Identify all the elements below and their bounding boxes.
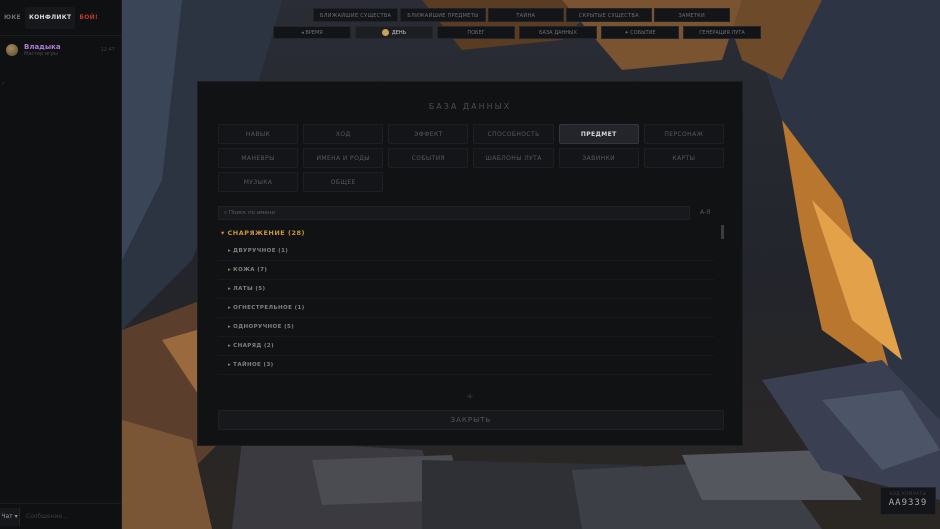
chat-mode-value: Чат xyxy=(1,513,13,520)
scrollbar[interactable] xyxy=(721,225,724,239)
sidebar-tab-conflict[interactable]: КОНФЛИКТ xyxy=(24,6,76,29)
category-general[interactable]: ОБЩЕЕ xyxy=(303,172,384,192)
list-item-label: ОГНЕСТРЕЛЬНОЕ (1) xyxy=(233,305,305,311)
list-item[interactable]: ▸ ОГНЕСТРЕЛЬНОЕ (1) xyxy=(218,299,714,318)
group-header[interactable]: ▾ СНАРЯЖЕНИЕ (28) xyxy=(218,224,724,242)
user-entry[interactable]: Владыка Мастер игры 12:47 xyxy=(6,40,115,60)
list-item[interactable]: ▸ ЛАТЫ (5) xyxy=(218,280,714,299)
nav-hidden-creatures[interactable]: Скрытые существа xyxy=(565,8,652,22)
category-skill[interactable]: НАВЫК xyxy=(218,124,299,144)
avatar xyxy=(6,44,18,56)
category-loot-templates[interactable]: ШАБЛОНЫ ЛУТА xyxy=(473,148,554,168)
chevron-right-icon: ▸ xyxy=(228,267,232,273)
nav-notes[interactable]: Заметки xyxy=(653,8,730,22)
category-grid: НАВЫК ХОД ЭФФЕКТ СПОСОБНОСТЬ ПРЕДМЕТ ПЕР… xyxy=(218,124,724,192)
list-item-label: КОЖА (7) xyxy=(233,267,268,273)
chat-input-bar: Чат ▾ Сообщение... xyxy=(0,503,122,529)
sidebar-tab-0[interactable]: ЮКЕ xyxy=(0,14,25,21)
action-nav: ◂ Время День Побег База данных ✦ Событие… xyxy=(273,26,761,39)
action-database[interactable]: База данных xyxy=(519,26,597,39)
chevron-right-icon: ▸ xyxy=(228,324,232,330)
category-maps[interactable]: КАРТЫ xyxy=(643,148,724,168)
nav-nearby-items[interactable]: Ближайшие предметы xyxy=(400,8,486,22)
sidebar-tabs: ЮКЕ КОНФЛИКТ БОЙ! xyxy=(0,0,121,36)
list-item-label: ДВУРУЧНОЕ (1) xyxy=(233,248,289,254)
list-item[interactable]: ▸ ДВУРУЧНОЕ (1) xyxy=(218,242,714,261)
action-loot[interactable]: Генерация лута xyxy=(683,26,761,39)
action-time[interactable]: ◂ Время xyxy=(273,26,351,39)
list-item-label: СНАРЯД (2) xyxy=(233,343,275,349)
sort-button[interactable]: А-Я xyxy=(700,206,710,220)
room-code: AA9339 xyxy=(888,498,928,508)
category-hooks[interactable]: ЗАВИНКИ xyxy=(558,148,639,168)
sun-icon xyxy=(381,29,389,36)
close-button[interactable]: ЗАКРЫТЬ xyxy=(218,410,724,430)
list-item[interactable]: ▸ ОДНОРУЧНОЕ (5) xyxy=(218,318,714,337)
modal-title: БАЗА ДАННЫХ xyxy=(428,102,512,111)
database-modal: БАЗА ДАННЫХ НАВЫК ХОД ЭФФЕКТ СПОСОБНОСТЬ… xyxy=(197,81,743,446)
list-item[interactable]: ▸ КОЖА (7) xyxy=(218,261,714,280)
chevron-right-icon: ▸ xyxy=(228,343,232,349)
user-time: 12:47 xyxy=(100,47,115,53)
nav-nearby-creatures[interactable]: Ближайшие существа xyxy=(313,8,399,22)
list-item[interactable]: ▸ ТАЙНОЕ (3) xyxy=(218,356,714,375)
sidebar: ЮКЕ КОНФЛИКТ БОЙ! Владыка Мастер игры 12… xyxy=(0,0,122,529)
category-effect[interactable]: ЭФФЕКТ xyxy=(388,124,469,144)
search-input[interactable]: ⌕ Поиск по имени xyxy=(218,206,690,220)
category-maneuvers[interactable]: МАНЕВРЫ xyxy=(218,148,299,168)
chevron-right-icon: ▸ xyxy=(228,286,232,292)
category-events[interactable]: СОБЫТИЯ xyxy=(388,148,469,168)
chat-mode-select[interactable]: Чат ▾ xyxy=(0,507,20,526)
item-list: ▾ СНАРЯЖЕНИЕ (28) ▸ ДВУРУЧНОЕ (1) ▸ КОЖА (… xyxy=(218,224,724,384)
action-escape[interactable]: Побег xyxy=(437,26,515,39)
list-item[interactable]: ▸ СНАРЯД (2) xyxy=(218,337,714,356)
room-code-label: КОД КОМНАТЫ xyxy=(889,491,927,496)
chevron-down-icon: ▾ xyxy=(14,513,18,520)
list-item-label: ОДНОРУЧНОЕ (5) xyxy=(233,324,295,330)
action-event[interactable]: ✦ Событие xyxy=(601,26,679,39)
nav-secret[interactable]: Тайна xyxy=(487,8,564,22)
action-event-label: Событие xyxy=(630,30,656,36)
chevron-right-icon: ▸ xyxy=(228,362,232,368)
category-move[interactable]: ХОД xyxy=(303,124,384,144)
user-name: Владыка xyxy=(24,43,61,51)
category-ability[interactable]: СПОСОБНОСТЬ xyxy=(473,124,554,144)
user-role: Мастер игры xyxy=(24,51,58,57)
action-day-label: День xyxy=(391,30,407,36)
category-character[interactable]: ПЕРСОНАЖ xyxy=(643,124,724,144)
category-item[interactable]: ПРЕДМЕТ xyxy=(558,124,639,144)
message-input[interactable]: Сообщение... xyxy=(20,508,122,526)
sidebar-tab-fight[interactable]: БОЙ! xyxy=(75,14,102,21)
expand-icon[interactable]: › xyxy=(2,80,4,87)
list-item-label: ТАЙНОЕ (3) xyxy=(233,362,274,368)
add-button[interactable]: + xyxy=(198,392,742,402)
list-item-label: ЛАТЫ (5) xyxy=(233,286,266,292)
action-time-label: Время xyxy=(305,30,323,36)
category-music[interactable]: МУЗЫКА xyxy=(218,172,299,192)
chevron-right-icon: ▸ xyxy=(228,248,232,254)
action-day[interactable]: День xyxy=(355,26,433,39)
category-names[interactable]: ИМЕНА И РОДЫ xyxy=(303,148,384,168)
room-code-badge[interactable]: КОД КОМНАТЫ AA9339 xyxy=(880,487,936,515)
top-nav: Ближайшие существа Ближайшие предметы Та… xyxy=(313,8,730,22)
chevron-right-icon: ▸ xyxy=(228,305,232,311)
